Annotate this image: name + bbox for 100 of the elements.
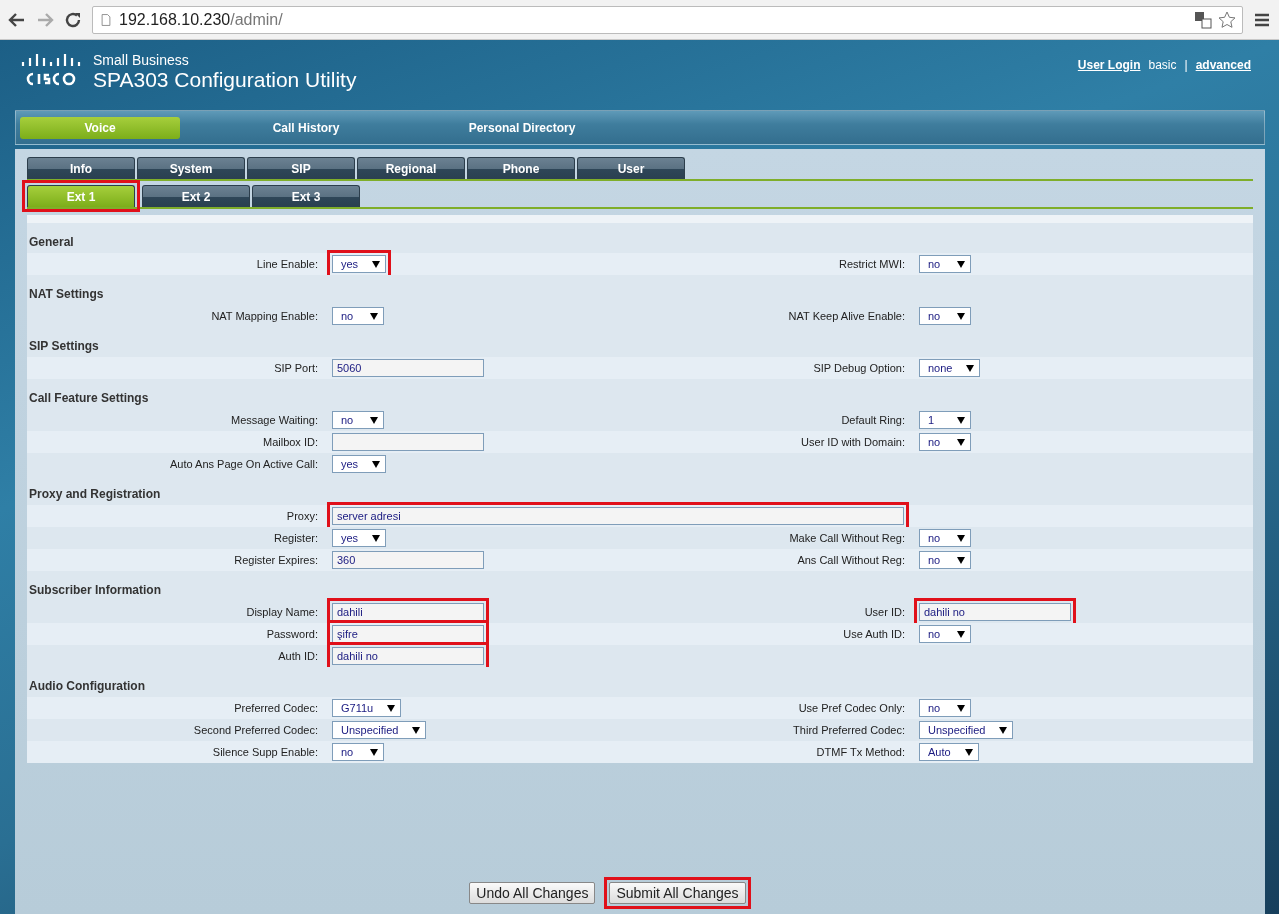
tab[interactable]: Ext 2: [142, 185, 250, 207]
input-field[interactable]: dahili: [332, 603, 484, 621]
input-field[interactable]: server adresi: [332, 507, 904, 525]
tab[interactable]: Regional: [357, 157, 465, 179]
field-label: Make Call Without Reg:: [788, 532, 906, 544]
nav-tab[interactable]: Call History: [216, 116, 396, 139]
reload-icon[interactable]: [64, 10, 82, 29]
caret-icon: [387, 704, 396, 712]
input-field[interactable]: 5060: [332, 359, 484, 377]
field-label: User ID with Domain:: [800, 436, 906, 448]
url-path: /admin/: [230, 10, 283, 29]
field-label: Line Enable:: [255, 258, 319, 270]
caret-icon: [957, 312, 965, 320]
action-button[interactable]: Submit All Changes: [609, 882, 746, 904]
field-label: Password:: [265, 628, 319, 640]
select-dropdown[interactable]: yes: [332, 255, 387, 273]
caret-icon: [957, 438, 965, 446]
select-dropdown[interactable]: G711u: [332, 699, 402, 717]
url-host: 192.168.10.230: [119, 10, 231, 29]
select-dropdown[interactable]: Unspecified: [919, 721, 1014, 739]
section-title: Call Feature Settings: [27, 379, 1253, 409]
field-label: Second Preferred Codec:: [192, 724, 319, 736]
field-label: SIP Debug Option:: [812, 362, 906, 374]
back-arrow-icon[interactable]: [8, 10, 26, 29]
field-label: Message Waiting:: [229, 414, 319, 426]
field-label: Ans Call Without Reg:: [796, 554, 906, 566]
select-dropdown[interactable]: Auto: [919, 743, 979, 761]
select-dropdown[interactable]: no: [332, 411, 384, 429]
field-label: Restrict MWI:: [838, 258, 906, 270]
caret-icon: [966, 364, 975, 372]
select-dropdown[interactable]: yes: [332, 529, 387, 547]
caret-icon: [370, 748, 378, 756]
brand-subtitle: Small Business: [93, 52, 190, 68]
field-label: Register:: [272, 532, 319, 544]
field-label: Use Auth ID:: [842, 628, 906, 640]
caret-icon: [412, 726, 421, 734]
select-dropdown[interactable]: no: [332, 743, 384, 761]
field-label: Register Expires:: [233, 554, 319, 566]
field-label: NAT Mapping Enable:: [210, 310, 319, 322]
input-field[interactable]: şifre: [332, 625, 484, 643]
caret-icon: [370, 312, 378, 320]
header-link[interactable]: advanced: [1195, 58, 1251, 72]
field-label: Display Name:: [245, 606, 319, 618]
action-button[interactable]: Undo All Changes: [469, 882, 596, 904]
caret-icon: [957, 704, 965, 712]
field-label: User ID:: [863, 606, 906, 618]
translate-icon[interactable]: [1194, 10, 1212, 29]
caret-icon: [957, 260, 965, 268]
header-text: |: [1184, 58, 1188, 72]
tab[interactable]: Ext 3: [252, 185, 360, 207]
field-label: NAT Keep Alive Enable:: [787, 310, 906, 322]
field-label: Preferred Codec:: [233, 702, 319, 714]
field-label: SIP Port:: [273, 362, 319, 374]
caret-icon: [372, 460, 381, 468]
input-field[interactable]: dahili no: [919, 603, 1071, 621]
caret-icon: [957, 416, 965, 424]
select-dropdown[interactable]: no: [919, 307, 971, 325]
input-field[interactable]: [332, 433, 484, 451]
tab[interactable]: SIP: [247, 157, 355, 179]
select-dropdown[interactable]: no: [919, 551, 971, 569]
app-title: SPA303 Configuration Utility: [93, 68, 357, 92]
section-title: SIP Settings: [27, 327, 1253, 357]
address-bar[interactable]: 192.168.10.230/admin/: [92, 5, 1243, 34]
select-dropdown[interactable]: Unspecified: [332, 721, 427, 739]
header-link[interactable]: User Login: [1077, 58, 1141, 72]
tab[interactable]: User: [577, 157, 685, 179]
select-dropdown[interactable]: no: [919, 529, 971, 547]
field-label: DTMF Tx Method:: [815, 746, 906, 758]
field-label: Silence Supp Enable:: [211, 746, 319, 758]
tab[interactable]: System: [137, 157, 245, 179]
caret-icon: [372, 534, 381, 542]
star-icon[interactable]: [1218, 10, 1236, 29]
select-dropdown[interactable]: no: [919, 699, 971, 717]
field-label: Third Preferred Codec:: [792, 724, 906, 736]
field-label: Auto Ans Page On Active Call:: [169, 458, 319, 470]
select-dropdown[interactable]: no: [919, 255, 971, 273]
caret-icon: [370, 416, 378, 424]
input-field[interactable]: 360: [332, 551, 484, 569]
section-title: Audio Configuration: [27, 667, 1253, 697]
caret-icon: [957, 556, 965, 564]
field-label: Default Ring:: [840, 414, 906, 426]
tab[interactable]: Phone: [467, 157, 575, 179]
select-dropdown[interactable]: no: [919, 625, 971, 643]
caret-icon: [999, 726, 1008, 734]
select-dropdown[interactable]: yes: [332, 455, 387, 473]
header-text: basic: [1148, 58, 1177, 72]
field-label: Auth ID:: [277, 650, 319, 662]
nav-tab[interactable]: Personal Directory: [432, 116, 612, 139]
select-dropdown[interactable]: 1: [919, 411, 971, 429]
logo-icon: [21, 52, 81, 88]
select-dropdown[interactable]: none: [919, 359, 981, 377]
section-title: NAT Settings: [27, 275, 1253, 305]
caret-icon: [957, 534, 965, 542]
tab[interactable]: Info: [27, 157, 135, 179]
caret-icon: [372, 260, 381, 268]
caret-icon: [957, 630, 965, 638]
select-dropdown[interactable]: no: [332, 307, 384, 325]
field-label: Proxy:: [285, 510, 319, 522]
select-dropdown[interactable]: no: [919, 433, 971, 451]
input-field[interactable]: dahili no: [332, 647, 484, 665]
